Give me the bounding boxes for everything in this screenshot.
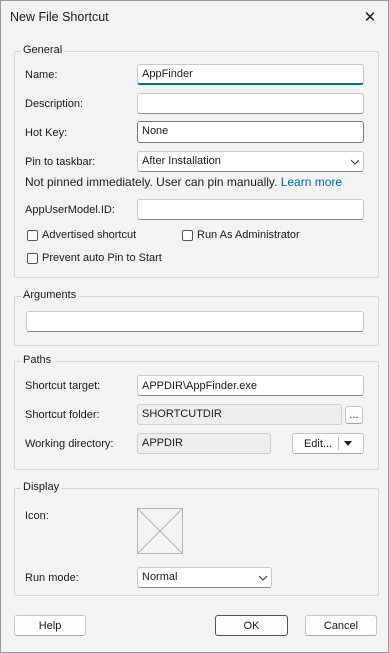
pin-taskbar-value: After Installation [142, 155, 221, 167]
working-directory-field[interactable]: APPDIR [137, 433, 271, 454]
window-title: New File Shortcut [10, 10, 109, 24]
edit-button[interactable]: Edit... [292, 433, 364, 454]
paths-group: Paths Shortcut target: Shortcut folder: … [14, 354, 379, 470]
shortcut-folder-value: SHORTCUTDIR [142, 408, 222, 420]
empty-icon [137, 508, 183, 554]
arguments-group: Arguments [14, 289, 379, 346]
hotkey-field[interactable]: None [137, 121, 364, 143]
title-bar: New File Shortcut ✕ [1, 1, 388, 33]
arguments-legend: Arguments [21, 289, 79, 301]
run-as-admin-checkbox[interactable]: Run As Administrator [182, 229, 300, 241]
description-label: Description: [25, 98, 84, 110]
learn-more-link[interactable]: Learn more [281, 175, 342, 189]
new-file-shortcut-dialog: New File Shortcut ✕ General Name: Descri… [0, 0, 389, 653]
name-label: Name: [25, 69, 58, 81]
working-directory-label: Working directory: [25, 438, 114, 450]
shortcut-folder-field[interactable]: SHORTCUTDIR [137, 404, 342, 425]
hotkey-label: Hot Key: [25, 127, 68, 139]
prevent-pin-checkbox-box[interactable] [27, 252, 38, 264]
working-directory-value: APPDIR [142, 437, 183, 449]
icon-placeholder[interactable] [137, 508, 183, 554]
advertised-checkbox-box[interactable] [27, 229, 38, 241]
split-divider [338, 437, 340, 450]
pin-note: Not pinned immediately. User can pin man… [25, 175, 342, 189]
icon-label: Icon: [25, 510, 49, 522]
prevent-pin-label: Prevent auto Pin to Start [42, 252, 162, 264]
run-mode-select[interactable]: Normal [137, 567, 272, 588]
run-as-admin-label: Run As Administrator [197, 229, 300, 241]
edit-button-label: Edit... [303, 437, 333, 450]
name-input[interactable] [137, 64, 364, 85]
arguments-input[interactable] [26, 311, 364, 332]
general-legend: General [21, 44, 65, 56]
aumid-input[interactable] [137, 199, 364, 220]
general-group: General Name: Description: Hot Key: None… [14, 44, 379, 278]
aumid-label: AppUserModel.ID: [25, 204, 115, 216]
run-mode-label: Run mode: [25, 572, 79, 584]
cancel-button[interactable]: Cancel [305, 615, 377, 636]
hotkey-value: None [142, 125, 169, 137]
chevron-down-icon [259, 575, 267, 581]
close-icon[interactable]: ✕ [358, 6, 382, 28]
display-legend: Display [21, 481, 62, 493]
help-button[interactable]: Help [14, 615, 86, 636]
browse-folder-button[interactable]: ... [345, 406, 363, 424]
run-as-admin-checkbox-box[interactable] [182, 229, 193, 241]
dropdown-arrow-icon[interactable] [344, 440, 353, 447]
paths-legend: Paths [21, 354, 54, 366]
pin-taskbar-label: Pin to taskbar: [25, 156, 96, 168]
ok-button[interactable]: OK [215, 615, 288, 636]
shortcut-target-label: Shortcut target: [25, 380, 101, 392]
chevron-down-icon [351, 159, 359, 165]
shortcut-folder-label: Shortcut folder: [25, 409, 100, 421]
run-mode-value: Normal [142, 571, 178, 583]
pin-note-text: Not pinned immediately. User can pin man… [25, 175, 278, 189]
shortcut-target-input[interactable] [137, 375, 364, 396]
advertised-checkbox[interactable]: Advertised shortcut [27, 229, 136, 241]
pin-taskbar-select[interactable]: After Installation [137, 151, 364, 172]
prevent-pin-checkbox[interactable]: Prevent auto Pin to Start [27, 252, 162, 264]
description-input[interactable] [137, 93, 364, 114]
advertised-label: Advertised shortcut [42, 229, 137, 241]
display-group: Display Icon: Run mode: Normal [14, 481, 379, 596]
